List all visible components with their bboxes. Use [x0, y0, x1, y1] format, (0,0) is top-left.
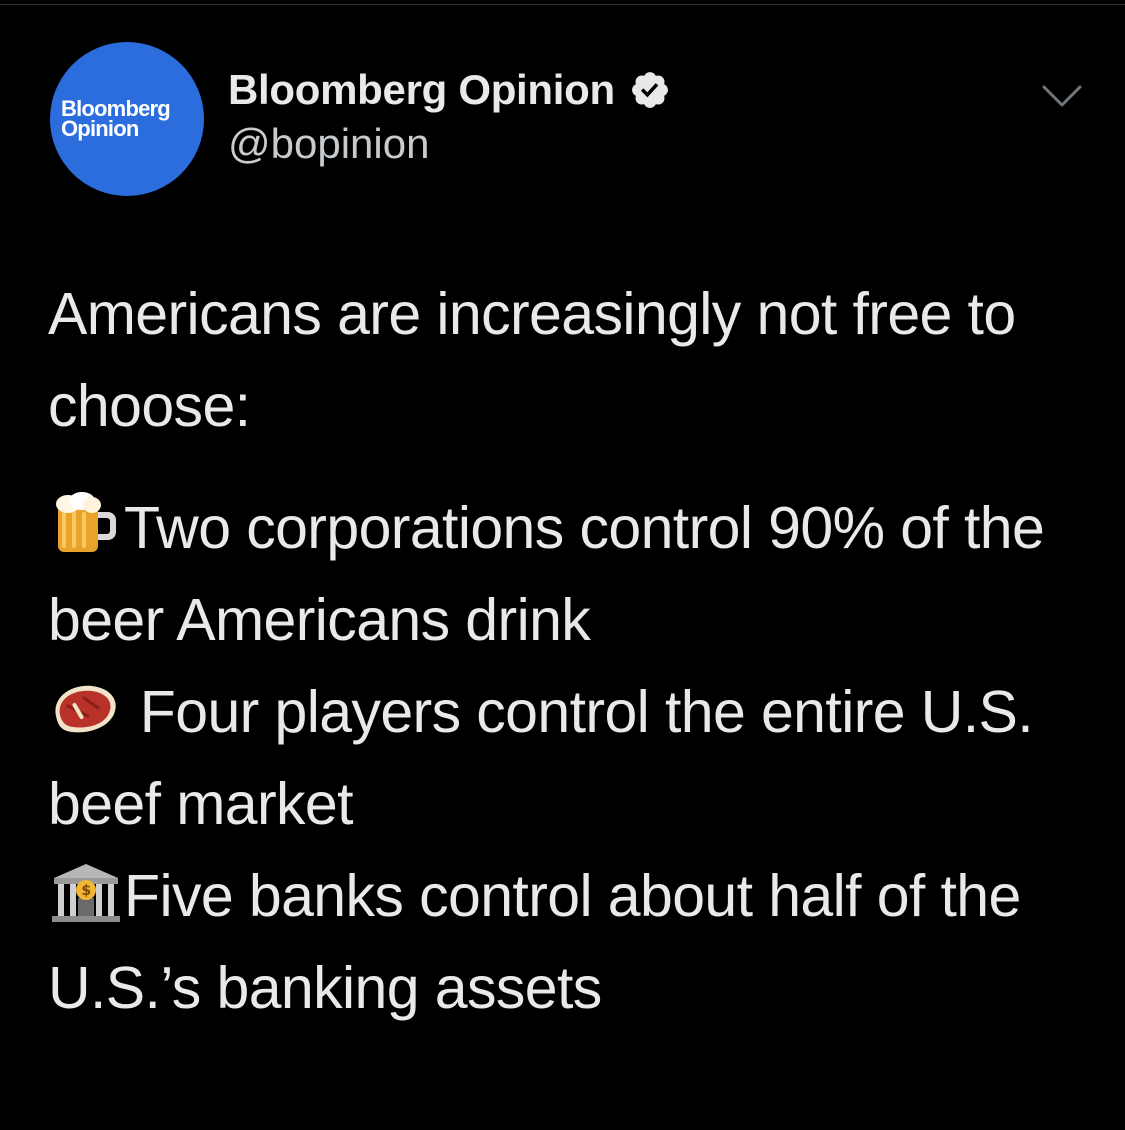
bullet-banks-text: Five banks control about half of the U.S… — [48, 863, 1021, 1021]
bullet-beef-text: Four players control the entire U.S. bee… — [48, 679, 1034, 837]
bullet-banks: $ Five banks control about half of the U… — [48, 850, 1088, 1034]
svg-text:$: $ — [81, 883, 90, 899]
tweet-text: Americans are increasingly not free to c… — [48, 268, 1088, 1034]
bullet-beef: Four players control the entire U.S. bee… — [48, 666, 1088, 850]
bullet-beer-text: Two corporations control 90% of the beer… — [48, 495, 1045, 653]
author-handle[interactable]: @bopinion — [228, 118, 429, 170]
verified-badge-icon — [631, 72, 668, 108]
beer-mug-icon — [56, 492, 116, 552]
tweet-intro: Americans are increasingly not free to c… — [48, 281, 1016, 439]
chevron-down-icon[interactable] — [1040, 82, 1084, 110]
top-divider — [0, 4, 1125, 5]
author-display-name[interactable]: Bloomberg Opinion — [228, 64, 615, 116]
bullet-beer: Two corporations control 90% of the beer… — [48, 482, 1088, 666]
avatar[interactable]: Bloomberg Opinion — [50, 42, 204, 196]
steak-icon — [55, 685, 116, 733]
author-name-row[interactable]: Bloomberg Opinion — [228, 64, 671, 116]
avatar-logo-line2: Opinion — [61, 116, 139, 141]
bank-icon: $ — [52, 864, 120, 922]
